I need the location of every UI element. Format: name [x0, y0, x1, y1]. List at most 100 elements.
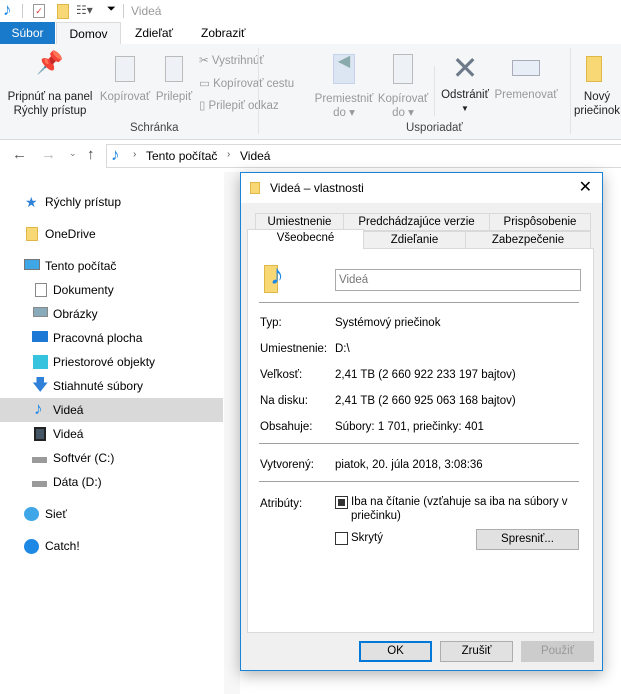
new-folder-label-2: priečinok [573, 105, 621, 117]
attributes-label: Atribúty: [260, 498, 303, 510]
contains-label: Obsahuje: [260, 421, 313, 433]
nav-label: Tento počítač [45, 259, 117, 273]
tab-sharing[interactable]: Zdieľanie [363, 231, 466, 249]
back-arrow-icon[interactable]: ← [12, 146, 27, 163]
tab-file[interactable]: Súbor [0, 22, 55, 45]
pane-shadow [224, 172, 240, 694]
document-icon [35, 283, 47, 297]
type-value: Systémový priečinok [335, 317, 441, 329]
size-label: Veľkosť: [260, 369, 303, 381]
copy-path-button[interactable]: ▭ Kopírovať cestu [199, 77, 294, 91]
nav-onedrive[interactable]: OneDrive [0, 222, 223, 246]
folder-icon [26, 227, 38, 241]
copy-to-button[interactable]: Kopírovať do ▾ [374, 54, 432, 120]
drive-d-icon [32, 481, 47, 487]
nav-3d-objects[interactable]: Priestorové objekty [0, 350, 223, 374]
nav-videos-selected[interactable]: ♪ Videá [0, 398, 223, 422]
new-folder-button[interactable]: Nový priečinok [572, 56, 621, 118]
tab-previous-versions[interactable]: Predchádzajúce verzie [343, 213, 490, 231]
music-note-icon: ♪ [270, 259, 284, 290]
ribbon: 📌 Pripnúť na panel Rýchly prístup Kopíro… [0, 44, 621, 140]
move-icon: ◀ [333, 54, 355, 84]
copy-button[interactable]: Kopírovať [97, 56, 153, 104]
location-label: Umiestnenie: [260, 343, 328, 355]
apply-button[interactable]: Použiť [521, 641, 594, 662]
delete-button[interactable]: ✕ Odstrániť ▼ [436, 50, 494, 116]
cut-button[interactable]: ✂ Vystrihnúť [199, 54, 264, 68]
nav-desktop[interactable]: Pracovná plocha [0, 326, 223, 350]
tab-view[interactable]: Zobraziť [187, 22, 260, 45]
move-to-label-2: do [333, 107, 346, 119]
dialog-titlebar: Videá – vlastnosti ✕ [241, 173, 602, 203]
tab-share[interactable]: Zdieľať [121, 22, 187, 45]
up-arrow-icon[interactable]: ↑ [87, 146, 95, 163]
folder-icon [250, 182, 260, 194]
nav-pictures[interactable]: Obrázky [0, 302, 223, 326]
recent-chevron-icon[interactable]: ⌄ [69, 148, 77, 159]
rename-label: Premenovať [494, 89, 558, 101]
nav-downloads[interactable]: 🡇 Stiahnuté súbory [0, 374, 223, 398]
nav-network[interactable]: Sieť [0, 502, 223, 526]
nav-drive-c[interactable]: Softvér (C:) [0, 446, 223, 470]
divider [570, 48, 571, 134]
cut-label: Vystrihnúť [211, 55, 264, 67]
nav-label: OneDrive [45, 227, 96, 241]
forward-arrow-icon[interactable]: → [41, 146, 56, 163]
nav-catch[interactable]: Catch! [0, 534, 223, 558]
clipboard-icon [165, 56, 183, 82]
pin-quick-access-button[interactable]: 📌 Pripnúť na panel Rýchly prístup [4, 52, 96, 118]
new-folder-label-1: Nový [583, 91, 611, 103]
readonly-checkbox[interactable] [335, 496, 348, 509]
tab-customize[interactable]: Prispôsobenie [489, 213, 591, 231]
dialog-title: Videá – vlastnosti [270, 181, 364, 195]
customize-view-icon[interactable]: ☷▾ [76, 3, 93, 17]
ribbon-tabs: Súbor Domov Zdieľať Zobraziť [0, 22, 621, 46]
tab-general[interactable]: Všeobecné [247, 229, 364, 249]
chevron-right-icon: › [133, 149, 137, 160]
paste-button[interactable]: Prilepiť [153, 56, 195, 104]
hidden-label: Skrytý [351, 532, 383, 544]
rename-button[interactable]: Premenovať [493, 54, 559, 102]
size-value: 2,41 TB (2 660 922 233 197 bajtov) [335, 369, 516, 381]
properties-icon[interactable]: ✓ [33, 4, 45, 18]
close-icon[interactable]: ✕ [579, 173, 592, 203]
folder-name-input[interactable] [335, 269, 581, 291]
copy-icon [115, 56, 135, 82]
shortcut-icon: ▯ [199, 100, 206, 112]
scissors-icon: ✂ [199, 55, 209, 67]
paste-shortcut-button[interactable]: ▯ Prilepiť odkaz [199, 99, 279, 113]
move-to-button[interactable]: ◀ Premiestniť do ▾ [312, 54, 376, 120]
copy-label: Kopírovať [99, 91, 151, 103]
nav-drive-d[interactable]: Dáta (D:) [0, 470, 223, 494]
copy-to-icon [393, 54, 413, 84]
cancel-button[interactable]: Zrušiť [440, 641, 513, 662]
music-folder-icon: ♪ [3, 0, 12, 19]
move-to-label-1: Premiestniť [314, 93, 374, 105]
group-organize-label: Usporiadať [406, 122, 463, 134]
nav-videos[interactable]: Videá [0, 422, 223, 446]
nav-label: Sieť [45, 507, 67, 521]
tab-security[interactable]: Zabezpečenie [465, 231, 591, 249]
divider [259, 302, 579, 303]
download-arrow-icon: 🡇 [32, 377, 49, 394]
qat-dropdown-icon[interactable]: ⏷ [107, 3, 116, 16]
divider [434, 66, 435, 116]
nav-label: Dáta (D:) [53, 475, 102, 489]
general-panel: ♪ Typ: Systémový priečinok Umiestnenie: D:… [247, 248, 594, 633]
paste-label: Prilepiť [155, 91, 193, 103]
breadcrumb-videos[interactable]: Videá [240, 149, 270, 163]
delete-label: Odstrániť [441, 89, 489, 101]
nav-documents[interactable]: Dokumenty [0, 278, 223, 302]
tab-home[interactable]: Domov [56, 22, 121, 46]
nav-this-pc[interactable]: Tento počítač [0, 254, 223, 278]
nav-quick-access[interactable]: ★ Rýchly prístup [0, 190, 223, 214]
cube-icon [33, 355, 48, 369]
advanced-button[interactable]: Spresniť... [476, 529, 579, 550]
ok-button[interactable]: OK [359, 641, 432, 662]
new-folder-icon[interactable] [57, 4, 69, 19]
breadcrumb-this-pc[interactable]: Tento počítač [146, 149, 217, 163]
nav-label: Videá [53, 427, 84, 441]
hidden-checkbox[interactable] [335, 532, 348, 545]
address-input[interactable]: ♪ › Tento počítač › Videá [106, 144, 621, 168]
created-value: piatok, 20. júla 2018, 3:08:36 [335, 459, 483, 471]
